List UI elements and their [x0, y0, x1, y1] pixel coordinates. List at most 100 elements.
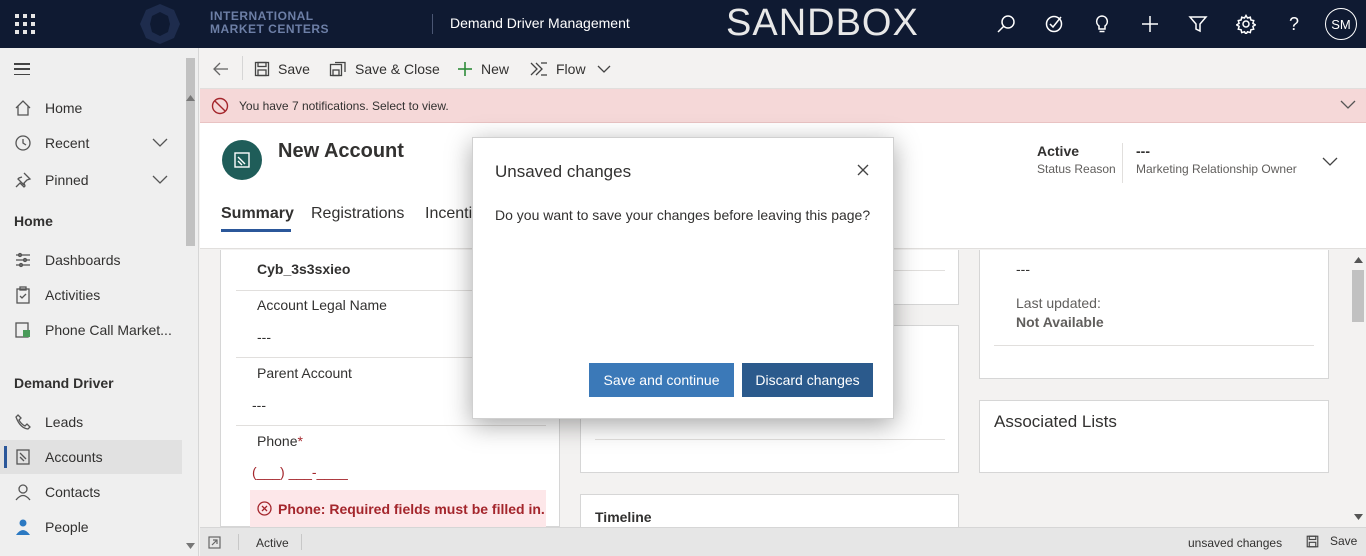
account-name-value[interactable]: Cyb_3s3sxieo	[257, 261, 350, 277]
sidebar-item-label: Activities	[45, 287, 101, 303]
divider	[301, 534, 302, 550]
sidebar-item-accounts[interactable]: Accounts	[0, 440, 182, 474]
dialog-message: Do you want to save your changes before …	[495, 207, 871, 223]
environment-label: SANDBOX	[726, 2, 919, 44]
close-icon[interactable]	[853, 160, 873, 180]
sidebar-item-label: Phone Call Market...	[45, 322, 172, 338]
main-scrollbar-thumb[interactable]	[1352, 270, 1364, 322]
scroll-down-arrow-icon[interactable]	[186, 543, 195, 549]
save-button[interactable]: Save	[254, 48, 310, 89]
sidebar-item-dashboards[interactable]: Dashboards	[0, 243, 182, 277]
chevron-down-icon[interactable]	[1340, 100, 1356, 110]
save-close-icon	[329, 61, 346, 76]
notification-text: You have 7 notifications. Select to view…	[239, 98, 449, 113]
help-icon[interactable]: ?	[1282, 12, 1306, 36]
sidebar-item-activities[interactable]: Activities	[0, 278, 182, 312]
building-icon	[13, 448, 33, 466]
header-field-owner[interactable]: --- Marketing Relationship Owner	[1136, 143, 1297, 176]
sidebar-item-contacts[interactable]: Contacts	[0, 475, 182, 509]
status-reason-value: Active	[1037, 143, 1080, 159]
sidebar-item-leads[interactable]: Leads	[0, 405, 182, 439]
status-bar: Active unsaved changes Save	[200, 527, 1366, 556]
pin-icon	[13, 171, 33, 189]
chevron-down-icon[interactable]	[152, 173, 168, 185]
assistant-icon[interactable]	[1042, 12, 1066, 36]
lightbulb-icon[interactable]	[1090, 12, 1114, 36]
blocked-icon	[211, 97, 229, 114]
legal-name-value[interactable]: ---	[257, 329, 271, 345]
scroll-up-arrow-icon[interactable]	[1354, 257, 1363, 263]
sidebar-item-recent[interactable]: Recent	[0, 126, 182, 160]
tab-incentives[interactable]: Incenti	[425, 205, 472, 223]
tab-registrations[interactable]: Registrations	[311, 205, 404, 223]
dialog-title: Unsaved changes	[495, 162, 632, 181]
parent-account-value[interactable]: ---	[252, 397, 266, 413]
account-entity-icon	[222, 140, 262, 180]
sidebar-item-label: Home	[45, 100, 83, 116]
filter-icon[interactable]	[1186, 12, 1210, 36]
unsaved-changes-dialog: Unsaved changes Do you want to save your…	[472, 137, 894, 419]
right-info-card: --- Last updated: Not Available	[979, 250, 1329, 379]
plus-icon	[458, 61, 472, 76]
app-launcher-icon[interactable]	[10, 12, 36, 36]
header-field-status-reason[interactable]: Active Status Reason	[1037, 143, 1116, 176]
new-label: New	[481, 60, 510, 77]
plus-icon[interactable]	[1138, 12, 1162, 36]
timeline-title: Timeline	[595, 509, 652, 525]
scroll-up-arrow-icon[interactable]	[186, 95, 195, 101]
divider	[595, 439, 945, 440]
person-icon	[13, 483, 33, 501]
parent-account-label: Parent Account	[257, 365, 352, 381]
discard-changes-button[interactable]: Discard changes	[742, 363, 873, 397]
sidebar-item-home[interactable]: Home	[0, 91, 182, 125]
save-close-button[interactable]: Save & Close	[329, 48, 440, 89]
back-arrow-icon	[213, 62, 228, 75]
search-icon[interactable]	[994, 12, 1018, 36]
sidebar-item-label: Dashboards	[45, 252, 121, 268]
unsaved-changes-indicator: unsaved changes	[1188, 536, 1283, 550]
scroll-down-arrow-icon[interactable]	[1354, 514, 1363, 520]
phone-input[interactable]: (___) ___-____	[252, 464, 348, 480]
associated-lists-title: Associated Lists	[994, 412, 1117, 431]
sidebar-section-home: Home	[14, 213, 53, 229]
divider	[994, 345, 1314, 346]
statusbar-save-label: Save	[1330, 534, 1358, 548]
sidebar-item-label: Contacts	[45, 484, 101, 500]
chevron-down-icon[interactable]	[1322, 157, 1338, 167]
sidebar-scrollbar-thumb[interactable]	[186, 58, 195, 246]
back-button[interactable]	[212, 48, 238, 89]
tab-summary[interactable]: Summary	[221, 205, 294, 223]
home-icon	[13, 99, 33, 117]
statusbar-save-button[interactable]: Save	[1306, 534, 1357, 548]
save-icon	[1306, 535, 1319, 547]
sidebar-item-label: Recent	[45, 135, 90, 151]
sidebar-item-label: Pinned	[45, 172, 89, 188]
sidebar-item-phone-call-marketing[interactable]: Phone Call Market...	[0, 313, 182, 347]
hamburger-menu-icon[interactable]	[14, 63, 30, 75]
notification-bar[interactable]: You have 7 notifications. Select to view…	[200, 89, 1366, 123]
people-icon	[13, 518, 33, 536]
sidebar-item-label: Accounts	[45, 449, 103, 465]
flow-dropdown-button[interactable]	[597, 48, 619, 89]
status-reason-label: Status Reason	[1037, 162, 1116, 176]
gear-icon[interactable]	[1234, 12, 1258, 36]
divider	[432, 14, 433, 34]
flow-button[interactable]: Flow	[530, 48, 586, 89]
new-button[interactable]: New	[457, 48, 509, 89]
tab-selected-indicator	[221, 229, 291, 232]
clock-icon	[13, 134, 33, 152]
save-and-continue-button[interactable]: Save and continue	[589, 363, 734, 397]
right-field-value[interactable]: ---	[1016, 261, 1030, 277]
phone-error-message: Phone: Required fields must be filled in…	[250, 490, 546, 527]
record-title: New Account	[278, 140, 404, 162]
open-in-window-icon[interactable]	[208, 536, 221, 549]
last-updated-label: Last updated:	[1016, 295, 1101, 311]
app-title[interactable]: Demand Driver Management	[450, 15, 630, 31]
chevron-down-icon[interactable]	[152, 136, 168, 148]
save-icon	[254, 61, 270, 76]
sidebar-item-pinned[interactable]: Pinned	[0, 163, 182, 197]
user-avatar[interactable]: SM	[1325, 8, 1357, 40]
sidebar: Home Recent Pinned Home Dashboards Activ…	[0, 48, 199, 556]
flow-label: Flow	[556, 60, 586, 77]
sidebar-item-people[interactable]: People	[0, 510, 182, 544]
